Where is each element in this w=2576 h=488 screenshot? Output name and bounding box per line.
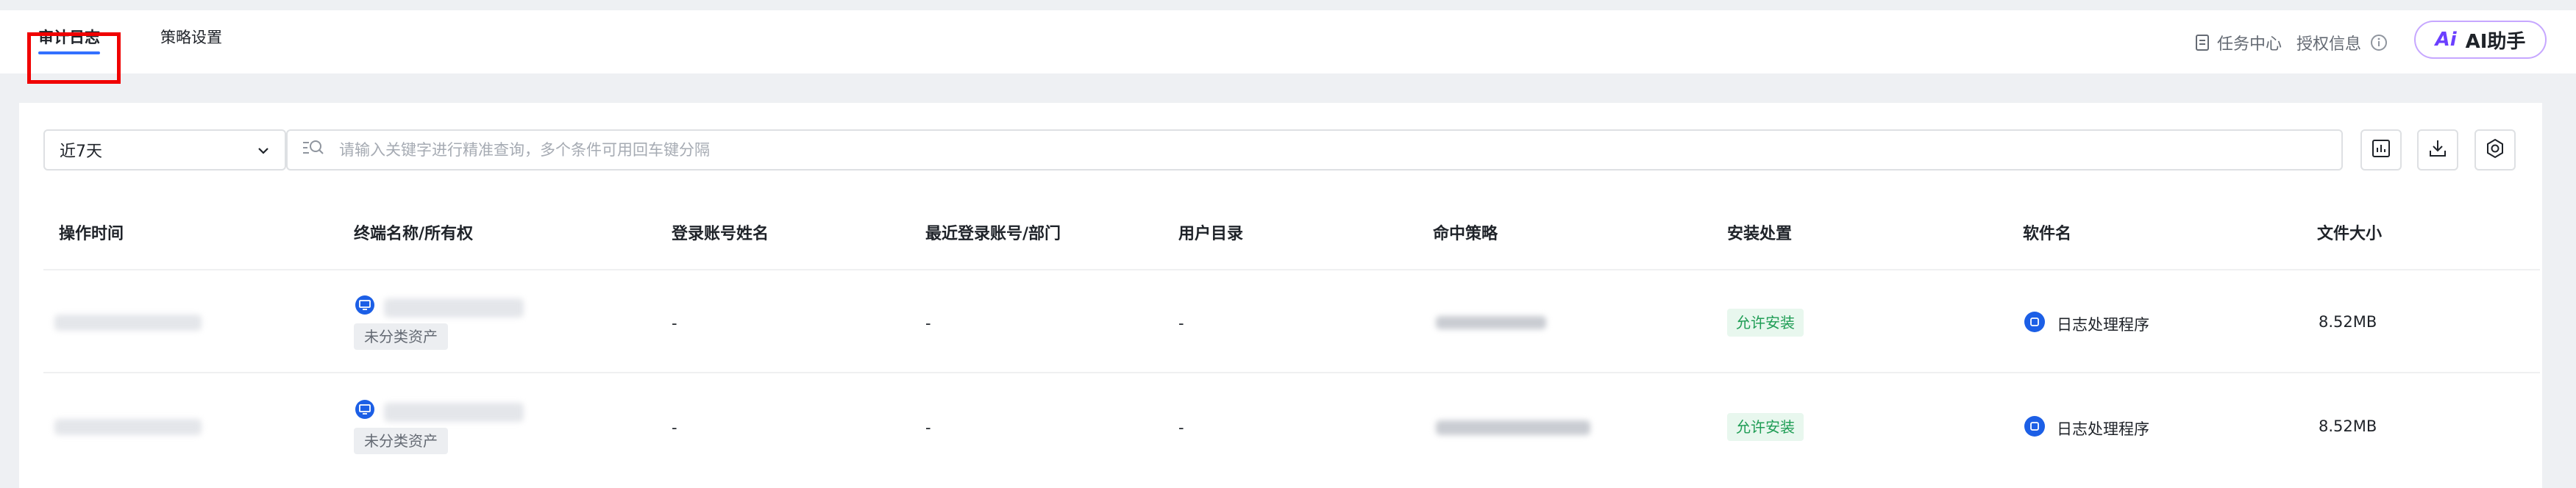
login-name-cell: - — [672, 315, 677, 332]
policy-redacted — [1436, 420, 1590, 435]
software-icon — [2024, 312, 2045, 332]
monitor-icon — [355, 400, 374, 419]
column-header-login-name: 登录账号姓名 — [672, 225, 769, 243]
info-icon[interactable] — [2370, 34, 2388, 51]
ai-logo-icon: Ai — [2435, 29, 2457, 51]
document-icon — [2195, 35, 2210, 51]
recent-account-cell: - — [925, 419, 931, 437]
asset-tag: 未分类资产 — [354, 323, 448, 350]
license-info-link[interactable]: 授权信息 — [2296, 31, 2388, 54]
file-size-cell: 8.52MB — [2319, 417, 2377, 435]
task-center-link[interactable]: 任务中心 — [2195, 31, 2282, 54]
chart-button[interactable] — [2360, 129, 2402, 171]
search-filter-icon — [302, 139, 324, 161]
tab-policy-settings[interactable]: 策略设置 — [160, 25, 222, 59]
task-center-label: 任务中心 — [2217, 35, 2283, 54]
settings-icon — [2485, 138, 2505, 162]
asset-tag: 未分类资产 — [354, 428, 448, 454]
column-header-terminal: 终端名称/所有权 — [354, 225, 474, 243]
policy-redacted — [1436, 316, 1546, 329]
column-header-policy: 命中策略 — [1433, 225, 1498, 243]
top-bar: 审计日志 策略设置 任务中心 授权信息 Ai AI助手 — [0, 10, 2576, 73]
file-size-cell: 8.52MB — [2319, 313, 2377, 331]
main-card: 近7天 操作时间 终端名称/所有权 登录账号姓名 最近登录账号/部门 用户目录 … — [19, 103, 2542, 488]
ai-assistant-button[interactable]: Ai AI助手 — [2414, 21, 2547, 59]
download-icon — [2428, 139, 2447, 161]
user-dir-cell: - — [1178, 315, 1184, 332]
search-input[interactable] — [339, 141, 2327, 159]
operation-time-redacted — [54, 315, 202, 331]
column-header-action: 安装处置 — [1727, 225, 1793, 243]
column-header-time: 操作时间 — [59, 225, 124, 243]
software-name-cell: 日志处理程序 — [2057, 420, 2149, 438]
license-info-label: 授权信息 — [2296, 35, 2362, 54]
terminal-name-redacted — [384, 403, 524, 422]
ai-assistant-label: AI助手 — [2465, 30, 2526, 53]
column-header-user-dir: 用户目录 — [1178, 225, 1244, 243]
time-range-select[interactable]: 近7天 — [43, 129, 286, 171]
login-name-cell: - — [672, 419, 677, 437]
column-header-file-size: 文件大小 — [2317, 225, 2383, 243]
column-header-software: 软件名 — [2023, 225, 2072, 243]
chevron-down-icon — [257, 141, 270, 159]
monitor-icon — [355, 295, 374, 315]
terminal-name-redacted — [384, 298, 524, 317]
highlight-box — [27, 32, 121, 84]
software-icon — [2024, 416, 2045, 437]
settings-button[interactable] — [2474, 129, 2516, 171]
search-box[interactable] — [286, 129, 2343, 171]
software-name-cell: 日志处理程序 — [2057, 316, 2149, 334]
column-header-recent-account: 最近登录账号/部门 — [925, 225, 1061, 243]
row-divider — [43, 372, 2540, 373]
download-button[interactable] — [2417, 129, 2458, 171]
action-tag: 允许安装 — [1727, 413, 1804, 441]
recent-account-cell: - — [925, 315, 931, 332]
user-dir-cell: - — [1178, 419, 1184, 437]
header-divider — [43, 269, 2540, 270]
operation-time-redacted — [54, 419, 202, 435]
action-tag: 允许安装 — [1727, 309, 1804, 337]
time-range-value: 近7天 — [60, 143, 102, 161]
chart-icon — [2372, 139, 2391, 161]
